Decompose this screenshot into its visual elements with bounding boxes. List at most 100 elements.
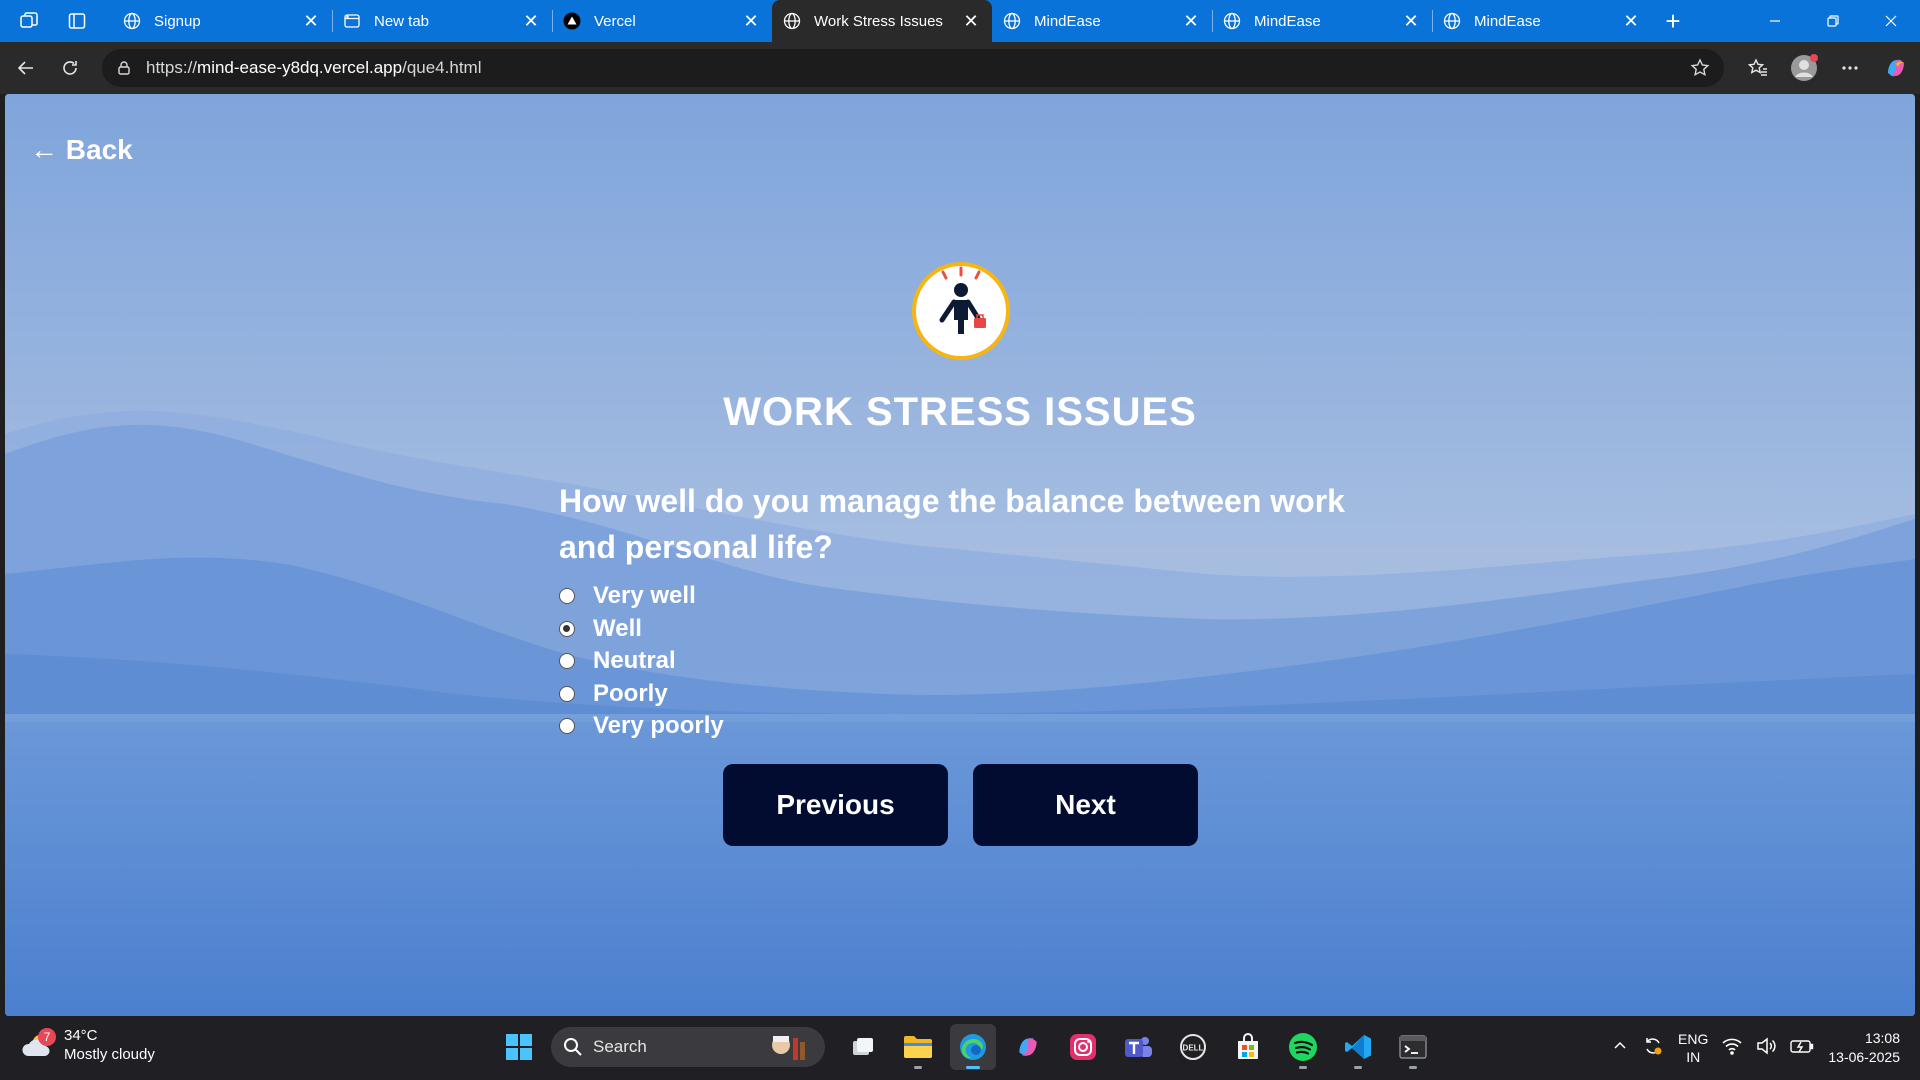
sync-icon[interactable] — [1642, 1035, 1664, 1062]
search-icon — [564, 1038, 582, 1056]
back-link[interactable]: ← Back — [30, 134, 133, 166]
radio-button[interactable] — [559, 588, 575, 605]
close-tab-icon[interactable]: ✕ — [522, 11, 540, 31]
browser-tab-strip: Signup ✕ New tab ✕ Vercel ✕ Work Stress Issues… — [0, 0, 1920, 42]
new-tab-button[interactable]: + — [1652, 0, 1694, 42]
page-title: WORK STRESS ISSUES — [723, 390, 1197, 434]
profile-avatar[interactable] — [1782, 46, 1826, 90]
search-highlight-icon — [772, 1036, 805, 1060]
tab-title: Work Stress Issues — [814, 12, 943, 30]
radio-button[interactable] — [559, 620, 575, 637]
address-bar[interactable]: https://mind-ease-y8dq.vercel.app/que4.h… — [102, 49, 1724, 87]
terminal-icon[interactable] — [1390, 1024, 1436, 1070]
cloud-weather-icon: 7 — [20, 1028, 56, 1062]
answer-option[interactable]: Very poorly — [559, 710, 724, 743]
refresh-icon[interactable] — [48, 46, 92, 90]
browser-tab[interactable]: Signup ✕ — [112, 0, 332, 42]
globe-icon — [1442, 11, 1462, 31]
radio-button[interactable] — [559, 653, 575, 670]
taskbar-search[interactable]: Search — [551, 1027, 825, 1067]
option-label[interactable]: Poorly — [593, 680, 668, 708]
url-text: https://mind-ease-y8dq.vercel.app/que4.h… — [146, 58, 482, 77]
tab-title: Signup — [154, 12, 201, 30]
lock-icon[interactable] — [116, 60, 132, 76]
browser-tab[interactable]: Work Stress Issues ✕ — [772, 0, 992, 42]
tab-title: MindEase — [1474, 12, 1541, 30]
edge-browser-icon[interactable] — [950, 1024, 996, 1070]
close-tab-icon[interactable]: ✕ — [1402, 11, 1420, 31]
close-tab-icon[interactable]: ✕ — [1622, 11, 1640, 31]
option-label[interactable]: Very poorly — [593, 712, 724, 740]
teams-icon[interactable] — [1115, 1024, 1161, 1070]
tab-title: MindEase — [1034, 12, 1101, 30]
radio-button[interactable] — [559, 685, 575, 702]
dell-icon[interactable]: DELL — [1170, 1024, 1216, 1070]
volume-icon[interactable] — [1756, 1036, 1777, 1060]
close-tab-icon[interactable]: ✕ — [742, 11, 760, 31]
globe-icon — [782, 11, 802, 31]
language-indicator[interactable]: ENG IN — [1678, 1030, 1708, 1066]
globe-icon — [1002, 11, 1022, 31]
browser-toolbar: https://mind-ease-y8dq.vercel.app/que4.h… — [0, 42, 1920, 94]
file-explorer-icon[interactable] — [895, 1024, 941, 1070]
weather-alert-badge: 7 — [38, 1028, 56, 1046]
close-tab-icon[interactable]: ✕ — [302, 11, 320, 31]
answer-options: Very well Well Neutral Poorly Very poorly — [559, 580, 724, 743]
temperature: 34°C — [64, 1027, 98, 1044]
newtab-icon — [342, 11, 362, 31]
browser-tab[interactable]: MindEase ✕ — [1212, 0, 1432, 42]
browser-tab[interactable]: MindEase ✕ — [992, 0, 1212, 42]
more-options-icon[interactable] — [1828, 46, 1872, 90]
workspaces-icon[interactable] — [18, 10, 40, 32]
microsoft-store-icon[interactable] — [1225, 1024, 1271, 1070]
tab-title: Vercel — [594, 12, 636, 30]
system-tray: ENG IN 13:08 13-06-2025 — [1612, 1016, 1900, 1080]
favorite-star-icon[interactable] — [1690, 58, 1710, 78]
restore-button[interactable] — [1804, 0, 1862, 42]
windows-taskbar: 7 34°C Mostly cloudy Search DELL ENG IN … — [0, 1016, 1920, 1080]
back-arrow-icon[interactable] — [4, 46, 48, 90]
spotify-icon[interactable] — [1280, 1024, 1326, 1070]
option-label[interactable]: Very well — [593, 582, 696, 610]
close-tab-icon[interactable]: ✕ — [962, 11, 980, 31]
tab-title: New tab — [374, 12, 430, 30]
copilot-app-icon[interactable] — [1005, 1024, 1051, 1070]
vertical-tabs-icon[interactable] — [66, 10, 88, 32]
browser-tab[interactable]: MindEase ✕ — [1432, 0, 1652, 42]
copilot-icon[interactable] — [1874, 46, 1918, 90]
answer-option[interactable]: Neutral — [559, 645, 724, 678]
close-tab-icon[interactable]: ✕ — [1182, 11, 1200, 31]
answer-option[interactable]: Very well — [559, 580, 724, 613]
search-label: Search — [593, 1037, 647, 1056]
browser-tab[interactable]: Vercel ✕ — [552, 0, 772, 42]
svg-text:DELL: DELL — [1183, 1044, 1204, 1053]
option-label[interactable]: Neutral — [593, 647, 676, 675]
clock[interactable]: 13:08 13-06-2025 — [1828, 1029, 1900, 1067]
close-window-button[interactable] — [1862, 0, 1920, 42]
radio-button[interactable] — [559, 718, 575, 735]
globe-icon — [1222, 11, 1242, 31]
weather-condition: Mostly cloudy — [64, 1046, 155, 1063]
task-view-icon[interactable] — [840, 1024, 886, 1070]
minimize-button[interactable] — [1746, 0, 1804, 42]
answer-option[interactable]: Well — [559, 613, 724, 646]
question-text: How well do you manage the balance betwe… — [559, 483, 1345, 565]
option-label[interactable]: Well — [593, 615, 642, 643]
favorites-icon[interactable] — [1736, 46, 1780, 90]
previous-button[interactable]: Previous — [723, 764, 948, 846]
tab-title: MindEase — [1254, 12, 1321, 30]
next-button[interactable]: Next — [973, 764, 1198, 846]
chevron-up-icon[interactable] — [1612, 1038, 1628, 1059]
start-button[interactable] — [496, 1024, 542, 1070]
answer-option[interactable]: Poorly — [559, 678, 724, 711]
page-viewport: ← Back WORK STRESS ISSUES How well do yo… — [5, 94, 1915, 1016]
battery-icon[interactable] — [1790, 1037, 1814, 1060]
instagram-icon[interactable] — [1060, 1024, 1106, 1070]
globe-icon — [122, 11, 142, 31]
work-stress-logo-icon — [912, 262, 1010, 360]
weather-widget[interactable]: 7 34°C Mostly cloudy — [20, 1026, 155, 1064]
browser-tab[interactable]: New tab ✕ — [332, 0, 552, 42]
vscode-icon[interactable] — [1335, 1024, 1381, 1070]
wifi-icon[interactable] — [1722, 1037, 1742, 1060]
vercel-icon — [562, 11, 582, 31]
